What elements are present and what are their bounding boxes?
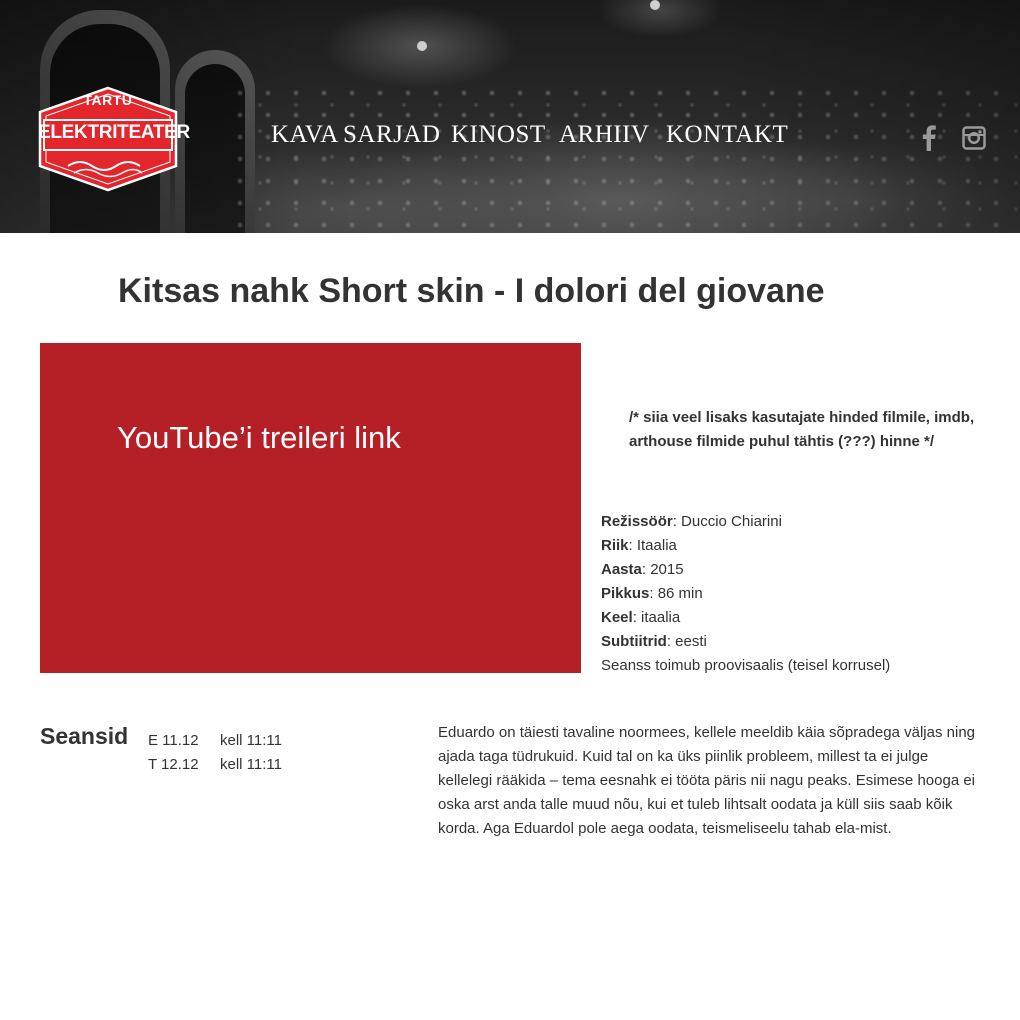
screening-date: T 12.12 [148, 756, 199, 773]
logo-main-text: ELEKTRITEATER [38, 122, 190, 143]
trailer-link-text: YouTube’i treileri link [117, 420, 401, 455]
fact-length: Pikkus: 86 min [601, 582, 890, 606]
facebook-icon[interactable] [919, 124, 945, 152]
fact-label: Subtiitrid [601, 633, 667, 650]
fact-country: Riik: Itaalia [601, 534, 890, 558]
trailer-placeholder[interactable]: YouTube’i treileri link [40, 343, 581, 673]
fact-label: Riik [601, 537, 629, 554]
fact-director: Režissöör: Duccio Chiarini [601, 510, 890, 534]
screenings-heading: Seansid [40, 723, 129, 749]
fact-label: Aasta [601, 561, 642, 578]
film-facts: Režissöör: Duccio Chiarini Riik: Itaalia… [601, 510, 890, 678]
fact-value: : itaalia [632, 609, 681, 626]
fact-label: Keel [601, 609, 633, 626]
nav-item-kontakt[interactable]: KONTAKT [666, 121, 788, 149]
header-banner: TARTU ELEKTRITEATER KAVA SARJAD KINOST A… [0, 0, 1020, 233]
logo[interactable]: TARTU ELEKTRITEATER [38, 86, 190, 192]
nav-item-kinost[interactable]: KINOST [451, 121, 546, 149]
fact-value: : Itaalia [628, 537, 677, 554]
screening-time: kell 11:11 [220, 756, 282, 773]
nav-item-arhiiv[interactable]: ARHIIV [559, 121, 650, 149]
fact-value: : eesti [666, 633, 707, 650]
screening-date: E 11.12 [148, 732, 199, 749]
logo-top-text: TARTU [83, 92, 133, 108]
fact-subtitles: Subtiitrid: eesti [601, 630, 890, 654]
nav-item-kava[interactable]: KAVA [271, 121, 339, 149]
page: TARTU ELEKTRITEATER KAVA SARJAD KINOST A… [0, 0, 1020, 1020]
nav-item-sarjad[interactable]: SARJAD [343, 121, 440, 149]
ratings-placeholder-comment: /* siia veel lisaks kasutajate hinded fi… [629, 409, 975, 450]
film-title-estonian: Kitsas nahk [118, 272, 309, 310]
fact-value: : Duccio Chiarini [672, 513, 782, 530]
film-title-original: Short skin - I dolori del giovane [318, 272, 825, 310]
fact-label: Režissöör [601, 513, 673, 530]
instagram-icon[interactable] [962, 124, 988, 152]
film-title: Kitsas nahk Short skin - I dolori del gi… [118, 272, 825, 311]
fact-year: Aasta: 2015 [601, 558, 890, 582]
fact-value: : 2015 [641, 561, 684, 578]
fact-language: Keel: itaalia [601, 606, 890, 630]
fact-label: Pikkus [601, 585, 650, 602]
film-description: Eduardo on täiesti tavaline noormees, ke… [438, 724, 975, 837]
screening-time: kell 11:11 [220, 732, 282, 749]
venue-note: Seanss toimub proovisaalis (teisel korru… [601, 657, 891, 674]
fact-value: : 86 min [649, 585, 703, 602]
